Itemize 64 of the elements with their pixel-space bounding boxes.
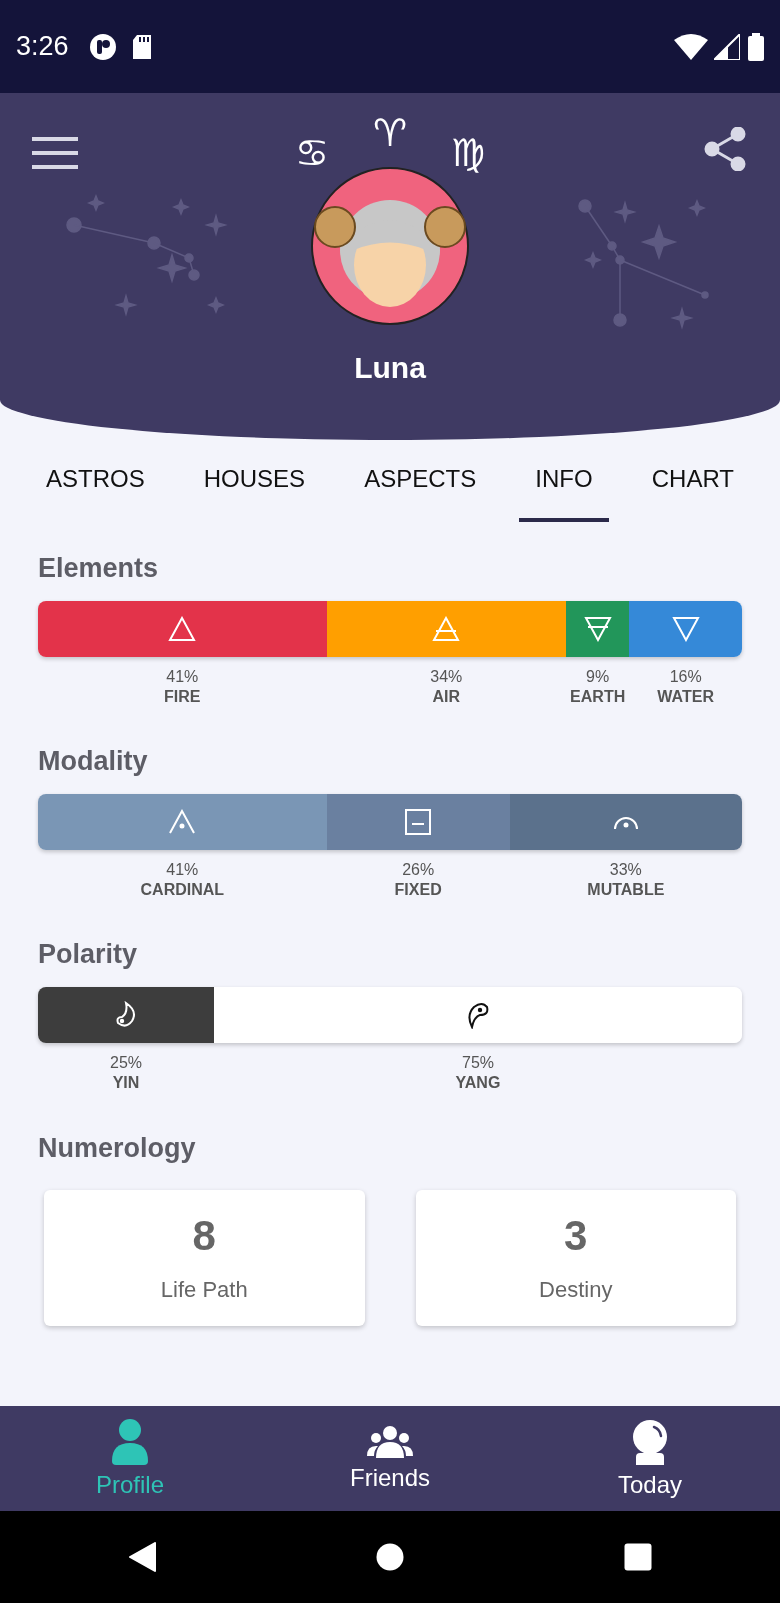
- segment-label: EARTH: [570, 687, 626, 707]
- tab[interactable]: ASTROS: [30, 440, 161, 522]
- recents-button[interactable]: [624, 1543, 652, 1571]
- triangle-icon: [168, 616, 197, 642]
- share-button[interactable]: [704, 127, 746, 171]
- section-title: Numerology: [38, 1132, 197, 1165]
- segment-label: WATER: [657, 687, 714, 707]
- percent-label: 34%: [430, 667, 463, 687]
- square-icon: [404, 808, 433, 836]
- segment-label: FIRE: [164, 687, 201, 707]
- nav-tab[interactable]: Today: [520, 1406, 780, 1511]
- caret-icon: [168, 809, 197, 835]
- wifi-icon: [674, 33, 708, 60]
- nav-tab[interactable]: Friends: [260, 1406, 520, 1511]
- share-icon: [704, 127, 746, 171]
- home-button[interactable]: [376, 1543, 404, 1571]
- percent-label: 33%: [609, 860, 642, 880]
- app-notification-icon: [88, 32, 117, 61]
- segment-label: YANG: [455, 1073, 501, 1093]
- sd-card-icon: [130, 33, 153, 60]
- profile-name: Luna: [354, 350, 426, 386]
- teardrop-icon: [114, 1001, 138, 1029]
- nav-tab[interactable]: Profile: [0, 1406, 260, 1511]
- percent-label: 26%: [402, 860, 435, 880]
- status-time: 3:26: [16, 30, 69, 64]
- segment-label: AIR: [432, 687, 461, 707]
- zodiac-sign: ♈: [372, 111, 408, 155]
- back-icon: [128, 1542, 156, 1572]
- percent-label: 75%: [462, 1053, 494, 1073]
- cellular-signal-icon: [714, 33, 740, 60]
- section-title: Polarity: [38, 938, 139, 971]
- tab[interactable]: CHART: [635, 440, 750, 522]
- tab[interactable]: HOUSES: [187, 440, 322, 522]
- triangle-icon: [671, 616, 700, 642]
- recents-icon: [624, 1543, 652, 1571]
- numerology-label: Life Path: [160, 1275, 248, 1304]
- segment-label: CARDINAL: [140, 880, 225, 900]
- triangle-icon: [583, 616, 612, 642]
- section-title: Modality: [38, 745, 149, 778]
- segment-label: MUTABLE: [587, 880, 665, 900]
- zodiac-sign: ♋: [294, 131, 329, 175]
- percent-label: 9%: [586, 667, 610, 687]
- segment-label: FIXED: [394, 880, 442, 900]
- zodiac-sign: ♍: [451, 131, 486, 175]
- battery-icon: [748, 32, 764, 61]
- numerology-number: 8: [192, 1210, 216, 1261]
- back-button[interactable]: [128, 1542, 156, 1572]
- teardrop-icon: [466, 1001, 490, 1029]
- segment-label: YIN: [112, 1073, 140, 1093]
- triangle-icon: [432, 616, 461, 642]
- numerology-label: Destiny: [539, 1275, 613, 1304]
- percent-label: 41%: [166, 667, 199, 687]
- tab[interactable]: ASPECTS: [348, 440, 493, 522]
- person-icon: [110, 1418, 150, 1467]
- group-icon: [366, 1425, 414, 1460]
- menu-icon: [32, 137, 78, 169]
- numerology-number: 3: [564, 1210, 588, 1261]
- percent-label: 16%: [669, 667, 702, 687]
- home-icon: [376, 1543, 404, 1571]
- percent-label: 25%: [110, 1053, 142, 1073]
- percent-label: 41%: [166, 860, 199, 880]
- crystal-ball-icon: [630, 1418, 670, 1467]
- section-title: Elements: [38, 552, 160, 585]
- tab[interactable]: INFO: [519, 440, 609, 522]
